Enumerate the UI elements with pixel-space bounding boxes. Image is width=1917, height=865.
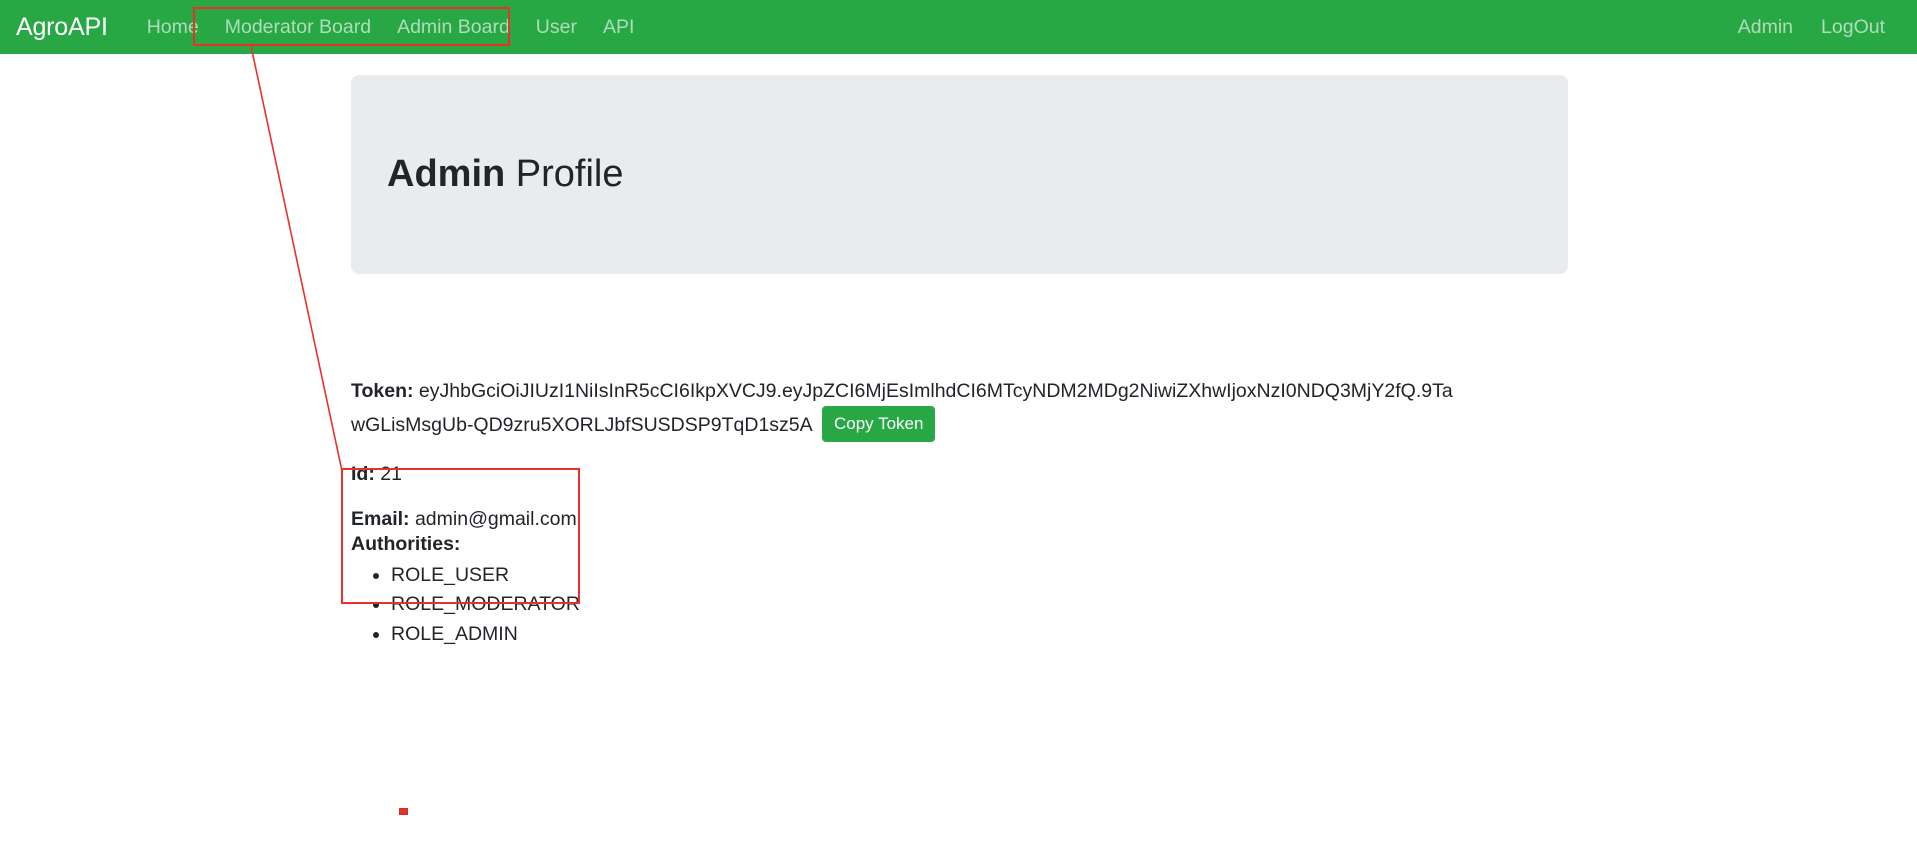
secondary-nav-links: Admin LogOut	[1724, 0, 1899, 54]
token-label: Token:	[351, 379, 414, 402]
authorities-list: ROLE_USER ROLE_MODERATOR ROLE_ADMIN	[351, 561, 589, 649]
top-navbar: AgroAPI Home Moderator Board Admin Board…	[0, 0, 1917, 54]
nav-link-moderator-board[interactable]: Moderator Board	[212, 0, 384, 54]
authorities-label: Authorities:	[351, 533, 461, 555]
nav-link-home[interactable]: Home	[134, 0, 212, 54]
token-row: Token: eyJhbGciOiJIUzI1NiIsInR5cCI6IkpXV…	[351, 376, 1461, 442]
id-label: Id:	[351, 462, 375, 485]
email-value: admin@gmail.com	[414, 507, 577, 530]
primary-nav-links: Home Moderator Board Admin Board User AP…	[134, 0, 648, 54]
id-row: Id: 21	[351, 459, 402, 489]
nav-link-logout[interactable]: LogOut	[1807, 0, 1899, 54]
nav-link-api[interactable]: API	[590, 0, 647, 54]
page-title-rest: Profile	[505, 152, 624, 195]
id-value: 21	[380, 462, 402, 485]
brand-logo[interactable]: AgroAPI	[16, 13, 108, 42]
list-item: ROLE_MODERATOR	[391, 590, 589, 619]
list-item: ROLE_ADMIN	[391, 620, 589, 649]
page-title-bold: Admin	[387, 152, 506, 195]
nav-link-admin-board[interactable]: Admin Board	[384, 0, 523, 54]
email-label: Email:	[351, 507, 410, 530]
copy-token-button[interactable]: Copy Token	[822, 405, 936, 442]
profile-header-card: Admin Profile	[351, 75, 1568, 274]
nav-link-user[interactable]: User	[523, 0, 590, 54]
page-title: Admin Profile	[351, 152, 624, 198]
nav-link-admin-username[interactable]: Admin	[1724, 0, 1807, 54]
authorities-row: Authorities: ROLE_USER ROLE_MODERATOR RO…	[351, 529, 589, 649]
list-item: ROLE_USER	[391, 561, 589, 590]
main-content: Admin Profile Token: eyJhbGciOiJIUzI1NiI…	[0, 54, 1917, 865]
